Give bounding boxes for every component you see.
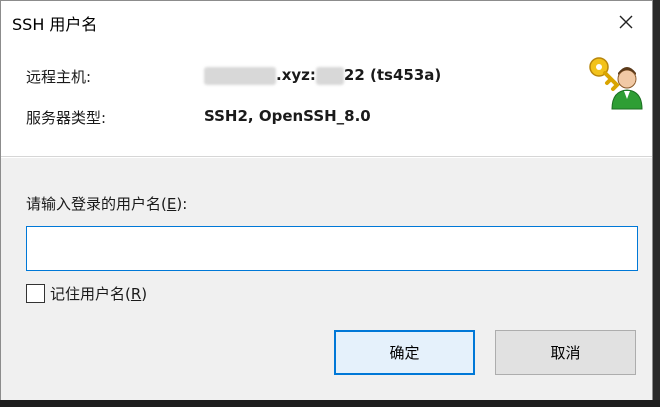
remember-username-label: 记住用户名(R) (50, 285, 148, 303)
username-input[interactable] (26, 226, 638, 271)
dialog-title: SSH 用户名 (12, 15, 98, 34)
username-prompt: 请输入登录的用户名(E): (26, 195, 188, 213)
close-icon (619, 15, 633, 29)
host-value: .xyz: 22 (ts453a) (204, 66, 441, 85)
background-terminal (653, 0, 660, 407)
server-type-value: SSH2, OpenSSH_8.0 (204, 107, 371, 125)
title-bar: SSH 用户名 (1, 1, 652, 45)
redacted-port (315, 66, 344, 85)
server-type-label: 服务器类型: (26, 109, 107, 127)
ssh-username-dialog: SSH 用户名 远程主机: .xyz: 22 (ts453a) 服务器类型: SS… (0, 0, 653, 400)
host-label: 远程主机: (26, 68, 92, 86)
close-button[interactable] (606, 3, 646, 41)
input-panel: 请输入登录的用户名(E): 记住用户名(R) 确定 取消 (1, 158, 652, 400)
key-user-icon (589, 57, 643, 110)
checkbox-box[interactable] (26, 284, 45, 303)
info-panel: 远程主机: .xyz: 22 (ts453a) 服务器类型: SSH2, Open… (1, 45, 652, 157)
redacted-host (204, 66, 276, 85)
remember-username-checkbox[interactable]: 记住用户名(R) (26, 283, 147, 304)
background-terminal-bottom (0, 400, 660, 407)
cancel-button[interactable]: 取消 (495, 330, 636, 375)
ok-button[interactable]: 确定 (334, 330, 475, 375)
